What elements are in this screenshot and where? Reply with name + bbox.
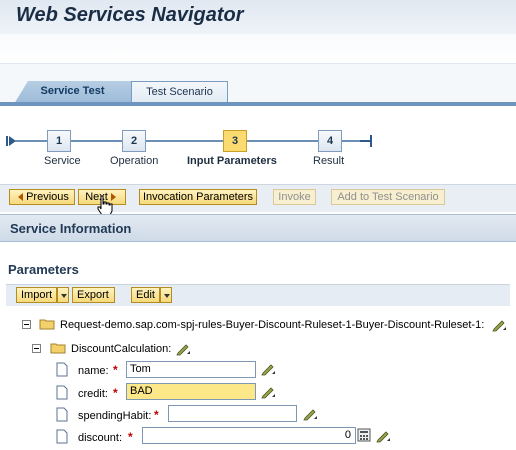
edit-dropdown-icon[interactable] xyxy=(160,287,172,303)
name-field[interactable]: Tom xyxy=(126,361,256,378)
tree-node-label: DiscountCalculation: xyxy=(71,343,172,355)
roadmap-step-1[interactable]: 1 xyxy=(47,130,71,152)
service-information-title: Service Information xyxy=(10,221,132,236)
arrow-left-icon xyxy=(18,193,24,202)
collapse-node-icon[interactable] xyxy=(32,344,41,353)
import-dropdown-icon[interactable] xyxy=(57,287,69,303)
credit-field[interactable]: BAD xyxy=(126,383,256,400)
export-button[interactable]: Export xyxy=(72,287,115,303)
field-name-label: name: xyxy=(78,365,109,377)
roadmap-label-service: Service xyxy=(44,155,81,167)
edit-pencil-icon[interactable] xyxy=(491,318,507,332)
required-mark: * xyxy=(113,363,118,377)
tab-service-test[interactable]: Service Test xyxy=(14,81,131,104)
edit-pencil-icon[interactable] xyxy=(260,385,276,399)
parameters-title: Parameters xyxy=(8,262,79,277)
document-icon xyxy=(56,362,68,377)
roadmap-step-2[interactable]: 2 xyxy=(122,130,146,152)
roadmap-label-operation: Operation xyxy=(110,155,159,167)
spendinghabit-field[interactable] xyxy=(168,405,297,422)
discount-field[interactable]: 0 xyxy=(142,427,356,444)
calculator-icon[interactable] xyxy=(357,428,371,442)
required-mark: * xyxy=(128,430,133,444)
import-button[interactable]: Import xyxy=(16,287,57,303)
document-icon xyxy=(56,429,68,444)
roadmap-start-icon xyxy=(6,136,20,146)
edit-pencil-icon[interactable] xyxy=(260,362,276,376)
roadmap xyxy=(0,106,516,182)
edit-pencil-icon[interactable] xyxy=(375,429,391,443)
required-mark: * xyxy=(154,408,159,422)
field-spendinghabit-label: spendingHabit: xyxy=(78,410,152,422)
roadmap-step-3[interactable]: 3 xyxy=(223,130,247,152)
roadmap-label-result: Result xyxy=(313,155,345,167)
add-to-test-scenario-button[interactable]: Add to Test Scenario xyxy=(331,189,445,205)
folder-icon xyxy=(50,343,66,354)
folder-icon xyxy=(39,319,55,330)
required-mark: * xyxy=(113,386,118,400)
field-credit-label: credit: xyxy=(78,388,108,400)
tree-root-label: Request-demo.sap.com-spj-rules-Buyer-Dis… xyxy=(60,319,485,331)
roadmap-step-4[interactable]: 4 xyxy=(318,130,342,152)
roadmap-end-icon xyxy=(360,135,372,147)
invocation-parameters-button[interactable]: Invocation Parameters xyxy=(139,189,257,205)
document-icon xyxy=(56,385,68,400)
document-icon xyxy=(56,407,68,422)
app-title: Web Services Navigator xyxy=(16,4,244,26)
tab-test-scenario[interactable]: Test Scenario xyxy=(131,81,228,103)
roadmap-label-input-parameters: Input Parameters xyxy=(187,155,277,167)
edit-button[interactable]: Edit xyxy=(131,287,160,303)
edit-pencil-icon[interactable] xyxy=(175,342,191,356)
invoke-button[interactable]: Invoke xyxy=(273,189,316,205)
collapse-root-icon[interactable] xyxy=(22,320,31,329)
edit-pencil-icon[interactable] xyxy=(302,407,318,421)
previous-button[interactable]: Previous xyxy=(9,189,75,205)
field-discount-label: discount: xyxy=(78,432,123,444)
